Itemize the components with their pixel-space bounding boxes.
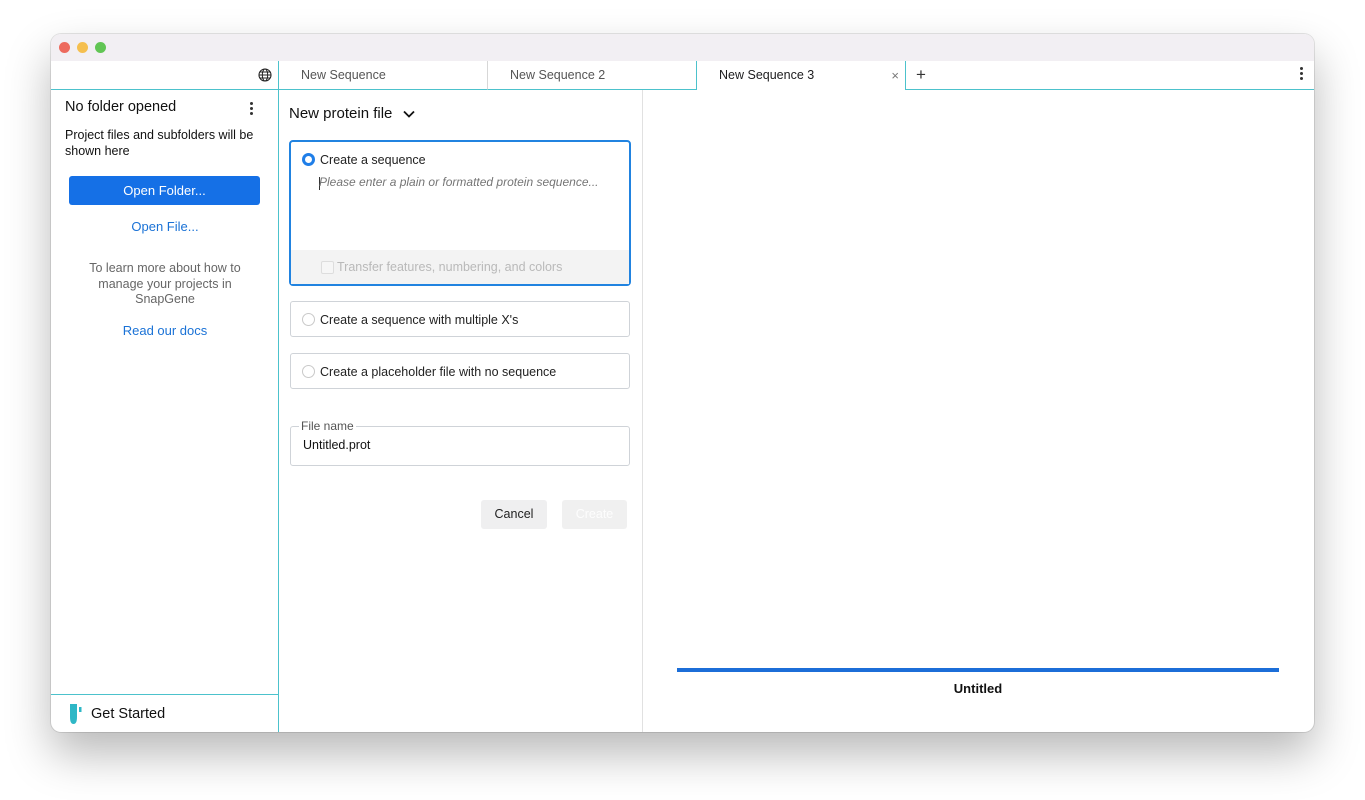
file-type-dropdown[interactable]: New protein file: [289, 105, 415, 122]
title-bar: [51, 34, 1314, 61]
transfer-option-row: Transfer features, numbering, and colors: [291, 250, 629, 284]
close-window-button[interactable]: [59, 42, 70, 53]
transfer-label: Transfer features, numbering, and colors: [337, 260, 563, 274]
more-vertical-icon[interactable]: [1300, 67, 1304, 82]
option-multiple-x[interactable]: Create a sequence with multiple X's: [290, 301, 630, 337]
file-name-input[interactable]: [303, 438, 613, 452]
tab-new-sequence-2[interactable]: New Sequence 2: [488, 61, 697, 90]
chevron-down-icon: [402, 110, 415, 118]
sidebar-title: No folder opened: [65, 99, 177, 115]
transfer-checkbox[interactable]: [321, 261, 334, 274]
sequence-input[interactable]: [319, 175, 619, 245]
radio-multiple-x[interactable]: [302, 313, 315, 326]
tab-new-sequence[interactable]: New Sequence: [279, 61, 488, 90]
file-name-label: File name: [299, 419, 356, 433]
sequence-name: Untitled: [953, 681, 1003, 696]
read-docs-link[interactable]: Read our docs: [51, 323, 279, 338]
option-create-sequence[interactable]: Create a sequence Transfer features, num…: [289, 140, 631, 286]
option-placeholder[interactable]: Create a placeholder file with no sequen…: [290, 353, 630, 389]
form-title: New protein file: [289, 105, 393, 122]
app-window: New Sequence New Sequence 2 New Sequence…: [51, 34, 1314, 732]
tab-label: New Sequence 3: [719, 68, 815, 82]
radio-placeholder[interactable]: [302, 365, 315, 378]
option-label: Create a placeholder file with no sequen…: [320, 365, 557, 379]
globe-icon[interactable]: [258, 68, 272, 82]
tab-label: New Sequence 2: [510, 68, 606, 82]
project-sidebar: No folder opened Project files and subfo…: [51, 90, 279, 732]
option-label: Create a sequence with multiple X's: [320, 313, 519, 327]
open-folder-button[interactable]: Open Folder...: [69, 176, 260, 205]
open-file-link[interactable]: Open File...: [51, 219, 279, 234]
sidebar-more-icon[interactable]: [250, 102, 254, 117]
tab-strip: New Sequence New Sequence 2 New Sequence…: [51, 61, 1314, 90]
cancel-button[interactable]: Cancel: [481, 500, 547, 529]
minimize-window-button[interactable]: [77, 42, 88, 53]
create-button[interactable]: Create: [562, 500, 627, 529]
radio-create-sequence[interactable]: [302, 153, 315, 166]
sequence-preview: Untitled: [643, 90, 1314, 732]
tube-icon: [70, 704, 82, 724]
new-file-form: New protein file Create a sequence Trans…: [279, 90, 643, 732]
file-name-field: File name: [290, 419, 630, 466]
sequence-bar: [677, 668, 1279, 672]
tab-strip-actions: +: [906, 61, 1314, 90]
learn-more-text: To learn more about how to manage your p…: [89, 261, 241, 306]
get-started-label: Get Started: [91, 706, 166, 722]
option-label: Create a sequence: [320, 153, 426, 167]
close-tab-icon[interactable]: ×: [891, 61, 899, 90]
maximize-window-button[interactable]: [95, 42, 106, 53]
tab-new-sequence-3[interactable]: New Sequence 3 ×: [697, 61, 906, 90]
get-started-button[interactable]: Get Started: [51, 694, 278, 732]
add-tab-button[interactable]: +: [916, 65, 926, 85]
sidebar-description: Project files and subfolders will be sho…: [65, 128, 254, 158]
sidebar-header: [51, 61, 279, 90]
tab-label: New Sequence: [301, 68, 386, 82]
